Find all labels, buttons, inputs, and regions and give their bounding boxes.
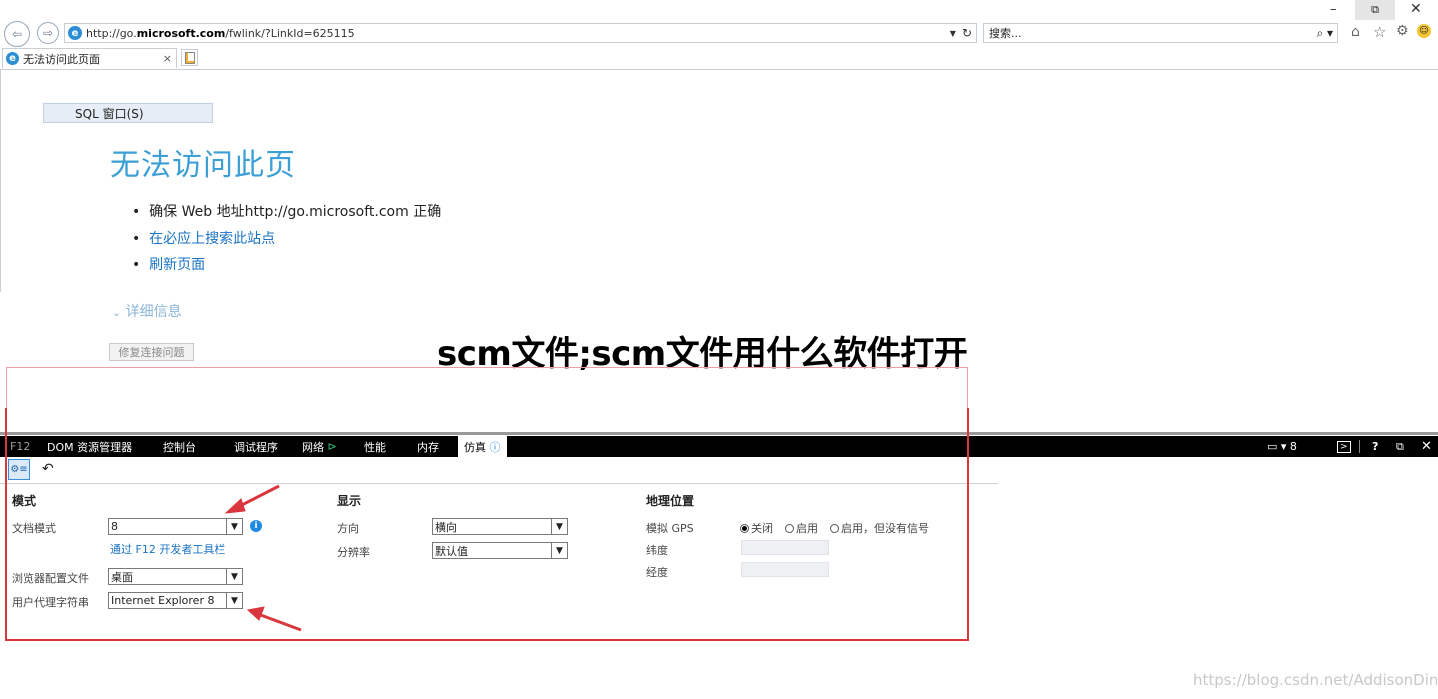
annotation-arrows — [224, 484, 302, 632]
arrow-to-ua-icon — [246, 606, 302, 632]
arrow-to-doc-mode-icon — [224, 484, 280, 514]
watermark: https://blog.csdn.net/AddisonDing — [1193, 671, 1438, 689]
